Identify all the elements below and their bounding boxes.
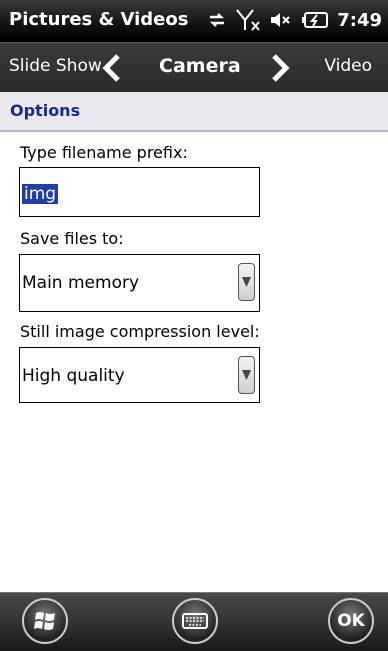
compression-dropdown-button[interactable] xyxy=(238,356,255,394)
app-title: Pictures & Videos xyxy=(9,9,189,30)
filename-prefix-input[interactable]: img xyxy=(19,167,260,217)
filename-prefix-label: Type filename prefix: xyxy=(20,143,188,162)
options-title: Options xyxy=(10,101,81,120)
signal-off-icon xyxy=(236,9,260,31)
status-icons[interactable]: 7:49 xyxy=(207,8,382,32)
start-button[interactable] xyxy=(22,598,68,644)
bottom-bar: OK xyxy=(0,592,388,651)
windows-start-icon xyxy=(34,612,55,630)
nav-current-camera: Camera xyxy=(159,55,241,77)
dropdown-arrow-icon xyxy=(242,370,251,380)
keyboard-button[interactable] xyxy=(172,598,218,644)
chevron-left-icon[interactable] xyxy=(100,53,124,83)
ok-button[interactable]: OK xyxy=(328,598,374,644)
clock: 7:49 xyxy=(337,9,382,31)
nav-prev-slide-show[interactable]: Slide Show xyxy=(9,56,102,76)
compression-level-select[interactable]: High quality xyxy=(19,347,260,403)
keyboard-icon xyxy=(182,613,208,629)
pivot-nav: Slide Show Camera Video xyxy=(0,42,388,93)
chevron-right-icon[interactable] xyxy=(268,53,292,83)
nav-next-video[interactable]: Video xyxy=(324,56,372,76)
save-files-value: Main memory xyxy=(22,273,140,293)
save-files-dropdown-button[interactable] xyxy=(238,263,255,301)
status-bar: Pictures & Videos 7:49 xyxy=(0,0,388,42)
dropdown-arrow-icon xyxy=(242,277,251,287)
filename-prefix-value: img xyxy=(22,184,59,204)
sync-icon xyxy=(210,13,225,27)
options-header: Options xyxy=(0,92,388,132)
compression-level-label: Still image compression level: xyxy=(20,322,260,341)
ok-button-label: OK xyxy=(337,611,365,631)
save-files-label: Save files to: xyxy=(20,229,124,248)
volume-muted-icon xyxy=(271,13,290,27)
compression-level-value: High quality xyxy=(22,366,125,386)
save-files-select[interactable]: Main memory xyxy=(19,254,260,312)
battery-charging-icon xyxy=(302,12,329,28)
